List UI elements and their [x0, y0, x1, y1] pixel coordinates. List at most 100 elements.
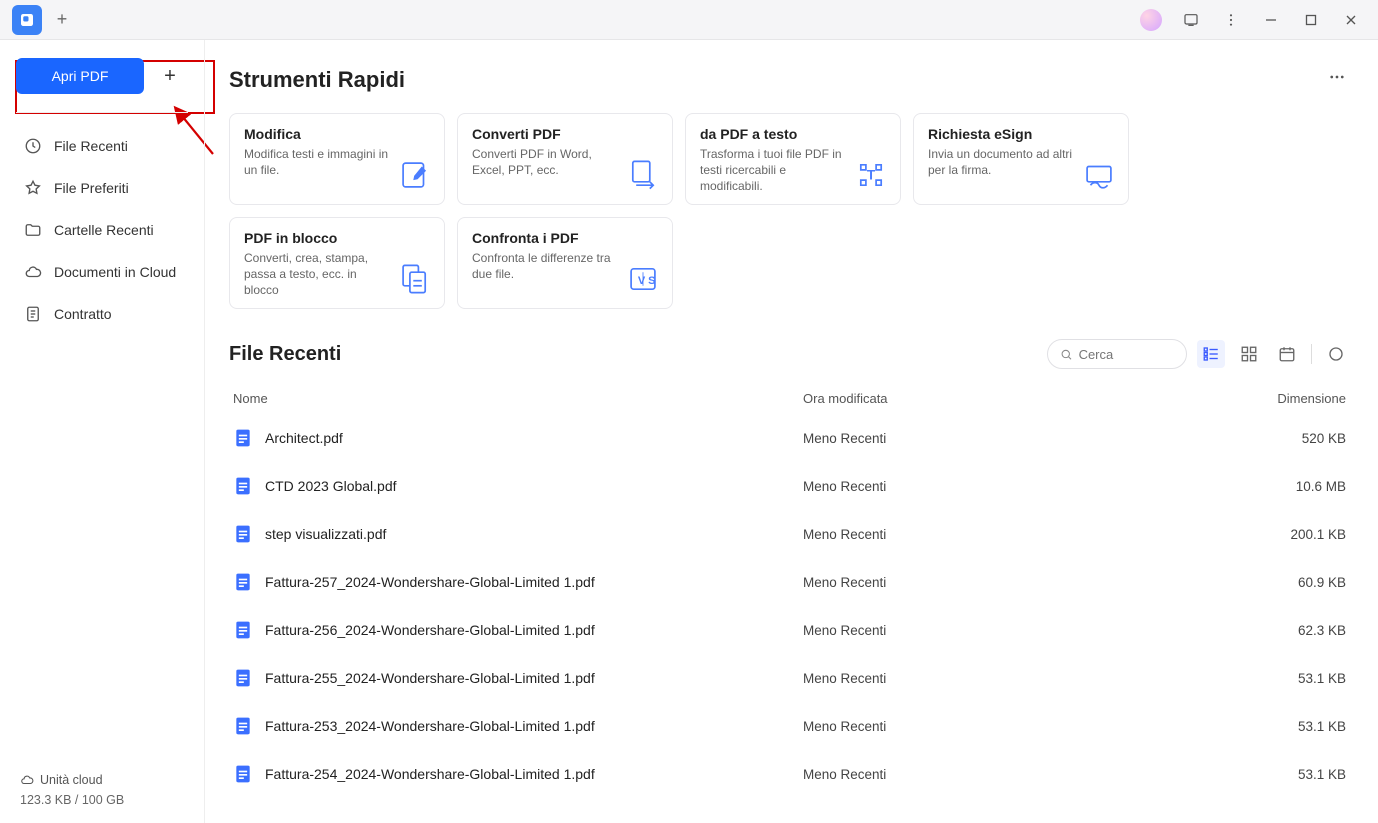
tool-card-3[interactable]: Richiesta eSignInvia un documento ad alt… — [913, 113, 1129, 205]
open-pdf-button[interactable]: Apri PDF — [16, 58, 144, 94]
cloud-storage-text: Unità cloud — [40, 773, 103, 787]
file-size: 520 KB — [1103, 431, 1346, 446]
file-row[interactable]: Fattura-256_2024-Wondershare-Global-Limi… — [229, 606, 1350, 654]
file-size: 60.9 KB — [1103, 575, 1346, 590]
pdf-file-icon — [233, 524, 253, 544]
card-icon: T — [854, 158, 888, 192]
sidebar-item-folders[interactable]: Cartelle Recenti — [16, 209, 188, 251]
cloud-icon — [20, 773, 34, 787]
search-icon — [1060, 347, 1073, 362]
sidebar-divider — [16, 112, 188, 113]
tool-card-5[interactable]: Confronta i PDFConfronta le differenze t… — [457, 217, 673, 309]
app-logo — [12, 5, 42, 35]
table-header: Nome Ora modificata Dimensione — [229, 383, 1350, 414]
search-input-wrapper[interactable] — [1047, 339, 1187, 369]
file-name: Architect.pdf — [265, 430, 343, 446]
pdf-file-icon — [233, 620, 253, 640]
feedback-button[interactable] — [1172, 4, 1210, 36]
pdf-file-icon — [233, 764, 253, 784]
tool-card-4[interactable]: PDF in bloccoConverti, crea, stampa, pas… — [229, 217, 445, 309]
file-size: 62.3 KB — [1103, 623, 1346, 638]
sidebar-item-label: File Recenti — [54, 138, 128, 154]
create-pdf-button[interactable]: + — [152, 58, 188, 94]
sidebar-item-favorites[interactable]: File Preferiti — [16, 167, 188, 209]
column-size: Dimensione — [1103, 391, 1346, 406]
file-row[interactable]: Fattura-257_2024-Wondershare-Global-Limi… — [229, 558, 1350, 606]
file-name: Fattura-256_2024-Wondershare-Global-Limi… — [265, 622, 595, 638]
card-icon: VS — [626, 262, 660, 296]
sidebar-item-cloud[interactable]: Documenti in Cloud — [16, 251, 188, 293]
file-row[interactable]: Fattura-253_2024-Wondershare-Global-Limi… — [229, 702, 1350, 750]
file-date: Meno Recenti — [803, 575, 1103, 590]
file-date: Meno Recenti — [803, 719, 1103, 734]
sidebar-item-contract[interactable]: Contratto — [16, 293, 188, 335]
pdf-file-icon — [233, 716, 253, 736]
clock-icon — [24, 137, 42, 155]
document-icon — [24, 305, 42, 323]
storage-usage: 123.3 KB / 100 GB — [20, 793, 184, 807]
svg-text:S: S — [648, 275, 655, 287]
file-row[interactable]: CTD 2023 Global.pdfMeno Recenti10.6 MB — [229, 462, 1350, 510]
file-size: 10.6 MB — [1103, 479, 1346, 494]
card-title: Richiesta eSign — [928, 126, 1114, 142]
file-date: Meno Recenti — [803, 767, 1103, 782]
card-title: PDF in blocco — [244, 230, 430, 246]
maximize-button[interactable] — [1292, 4, 1330, 36]
card-icon — [626, 158, 660, 192]
svg-text:T: T — [867, 167, 876, 182]
file-name: Fattura-257_2024-Wondershare-Global-Limi… — [265, 574, 595, 590]
tool-card-2[interactable]: da PDF a testoTrasforma i tuoi file PDF … — [685, 113, 901, 205]
card-title: da PDF a testo — [700, 126, 886, 142]
view-grid-button[interactable] — [1235, 340, 1263, 368]
file-date: Meno Recenti — [803, 431, 1103, 446]
quick-tools-more[interactable] — [1324, 64, 1350, 95]
file-name: step visualizzati.pdf — [265, 526, 386, 542]
recent-files-title: File Recenti — [229, 343, 341, 366]
view-date-button[interactable] — [1273, 340, 1301, 368]
main-content: Strumenti Rapidi ModificaModifica testi … — [205, 40, 1378, 823]
card-title: Converti PDF — [472, 126, 658, 142]
pdf-file-icon — [233, 668, 253, 688]
tool-card-0[interactable]: ModificaModifica testi e immagini in un … — [229, 113, 445, 205]
view-list-button[interactable] — [1197, 340, 1225, 368]
file-name: Fattura-254_2024-Wondershare-Global-Limi… — [265, 766, 595, 782]
menu-button[interactable] — [1212, 4, 1250, 36]
controls-divider — [1311, 344, 1312, 364]
tool-card-1[interactable]: Converti PDFConverti PDF in Word, Excel,… — [457, 113, 673, 205]
sidebar-item-recent[interactable]: File Recenti — [16, 125, 188, 167]
new-tab-button[interactable]: + — [46, 4, 78, 36]
card-icon — [398, 262, 432, 296]
file-date: Meno Recenti — [803, 527, 1103, 542]
pdf-file-icon — [233, 476, 253, 496]
star-icon — [24, 179, 42, 197]
sidebar-item-label: Contratto — [54, 306, 112, 322]
file-date: Meno Recenti — [803, 671, 1103, 686]
file-row[interactable]: Architect.pdf Meno Recenti520 KB — [229, 414, 1350, 462]
card-title: Confronta i PDF — [472, 230, 658, 246]
file-name: Fattura-255_2024-Wondershare-Global-Limi… — [265, 670, 595, 686]
sidebar-item-label: Cartelle Recenti — [54, 222, 154, 238]
file-row[interactable]: step visualizzati.pdf Meno Recenti200.1 K… — [229, 510, 1350, 558]
minimize-button[interactable] — [1252, 4, 1290, 36]
file-row[interactable]: Fattura-255_2024-Wondershare-Global-Limi… — [229, 654, 1350, 702]
cloud-storage-label[interactable]: Unità cloud — [20, 773, 184, 787]
quick-tools-title: Strumenti Rapidi — [229, 67, 405, 93]
svg-text:V: V — [638, 275, 646, 287]
column-name: Nome — [233, 391, 803, 406]
card-icon — [1082, 158, 1116, 192]
close-button[interactable] — [1332, 4, 1370, 36]
file-size: 200.1 KB — [1103, 527, 1346, 542]
avatar-button[interactable] — [1132, 4, 1170, 36]
file-row[interactable]: Fattura-254_2024-Wondershare-Global-Limi… — [229, 750, 1350, 798]
refresh-button[interactable] — [1322, 340, 1350, 368]
file-name: Fattura-253_2024-Wondershare-Global-Limi… — [265, 718, 595, 734]
file-size: 53.1 KB — [1103, 767, 1346, 782]
sidebar-item-label: Documenti in Cloud — [54, 264, 176, 280]
folder-icon — [24, 221, 42, 239]
pdf-file-icon — [233, 428, 253, 448]
card-icon — [398, 158, 432, 192]
file-size: 53.1 KB — [1103, 671, 1346, 686]
card-title: Modifica — [244, 126, 430, 142]
file-date: Meno Recenti — [803, 479, 1103, 494]
search-input[interactable] — [1079, 347, 1174, 362]
